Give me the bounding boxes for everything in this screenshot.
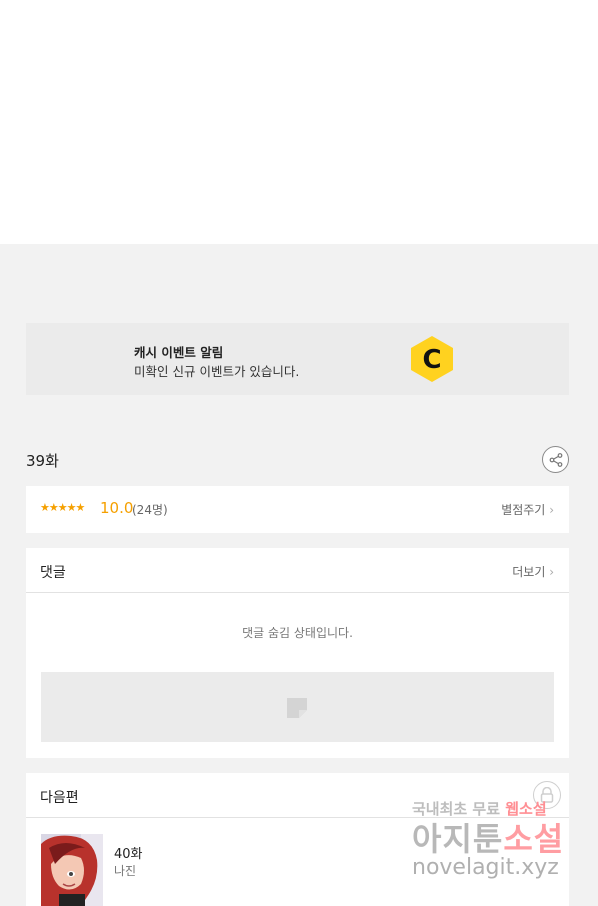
next-episode-thumbnail[interactable]	[41, 834, 103, 906]
logo-letter: C	[422, 345, 441, 375]
watermark-url: novelagit.xyz	[412, 855, 559, 880]
next-episode-number: 40화	[114, 847, 143, 862]
comments-more-button[interactable]: 더보기 ›	[512, 563, 554, 580]
rate-button[interactable]: 별점주기 ›	[501, 501, 554, 518]
cash-logo-icon: C	[411, 336, 453, 382]
rate-button-label: 별점주기	[501, 503, 546, 517]
chevron-right-icon: ›	[549, 565, 554, 579]
chevron-right-icon: ›	[549, 503, 554, 517]
share-button[interactable]	[542, 446, 569, 473]
rating-score: 10.0	[100, 499, 134, 517]
image-placeholder-icon	[287, 698, 307, 718]
ad-placeholder[interactable]	[41, 672, 554, 742]
banner-title: 캐시 이벤트 알림	[134, 345, 224, 360]
episode-title: 39화	[26, 452, 59, 470]
watermark-brand: 아지툰소설	[412, 814, 564, 860]
content-area	[0, 0, 598, 244]
cash-event-banner[interactable]: 캐시 이벤트 알림 미확인 신규 이벤트가 있습니다. C	[26, 323, 569, 395]
rating-card: ★★★★★ 10.0 (24명) 별점주기 ›	[26, 486, 569, 533]
comments-more-label: 더보기	[512, 565, 546, 579]
comments-title: 댓글	[40, 565, 66, 581]
site-watermark: 국내최초 무료 웹소설 아지툰소설 novelagit.xyz	[412, 798, 598, 906]
watermark-brand-accent: 소설	[503, 820, 565, 858]
watermark-brand-text: 아지툰	[412, 820, 504, 858]
rating-count: (24명)	[132, 503, 168, 517]
next-episode-subtitle: 나진	[114, 864, 137, 878]
banner-subtitle: 미확인 신규 이벤트가 있습니다.	[134, 364, 300, 379]
comments-card: 댓글 더보기 › 댓글 숨김 상태입니다.	[26, 548, 569, 758]
share-icon	[549, 452, 562, 467]
next-episode-title: 다음편	[40, 790, 79, 806]
rating-stars: ★★★★★	[40, 501, 85, 514]
comments-hidden-message: 댓글 숨김 상태입니다.	[242, 626, 353, 640]
comments-header: 댓글 더보기 ›	[26, 548, 569, 593]
thumbnail-image	[41, 834, 103, 906]
